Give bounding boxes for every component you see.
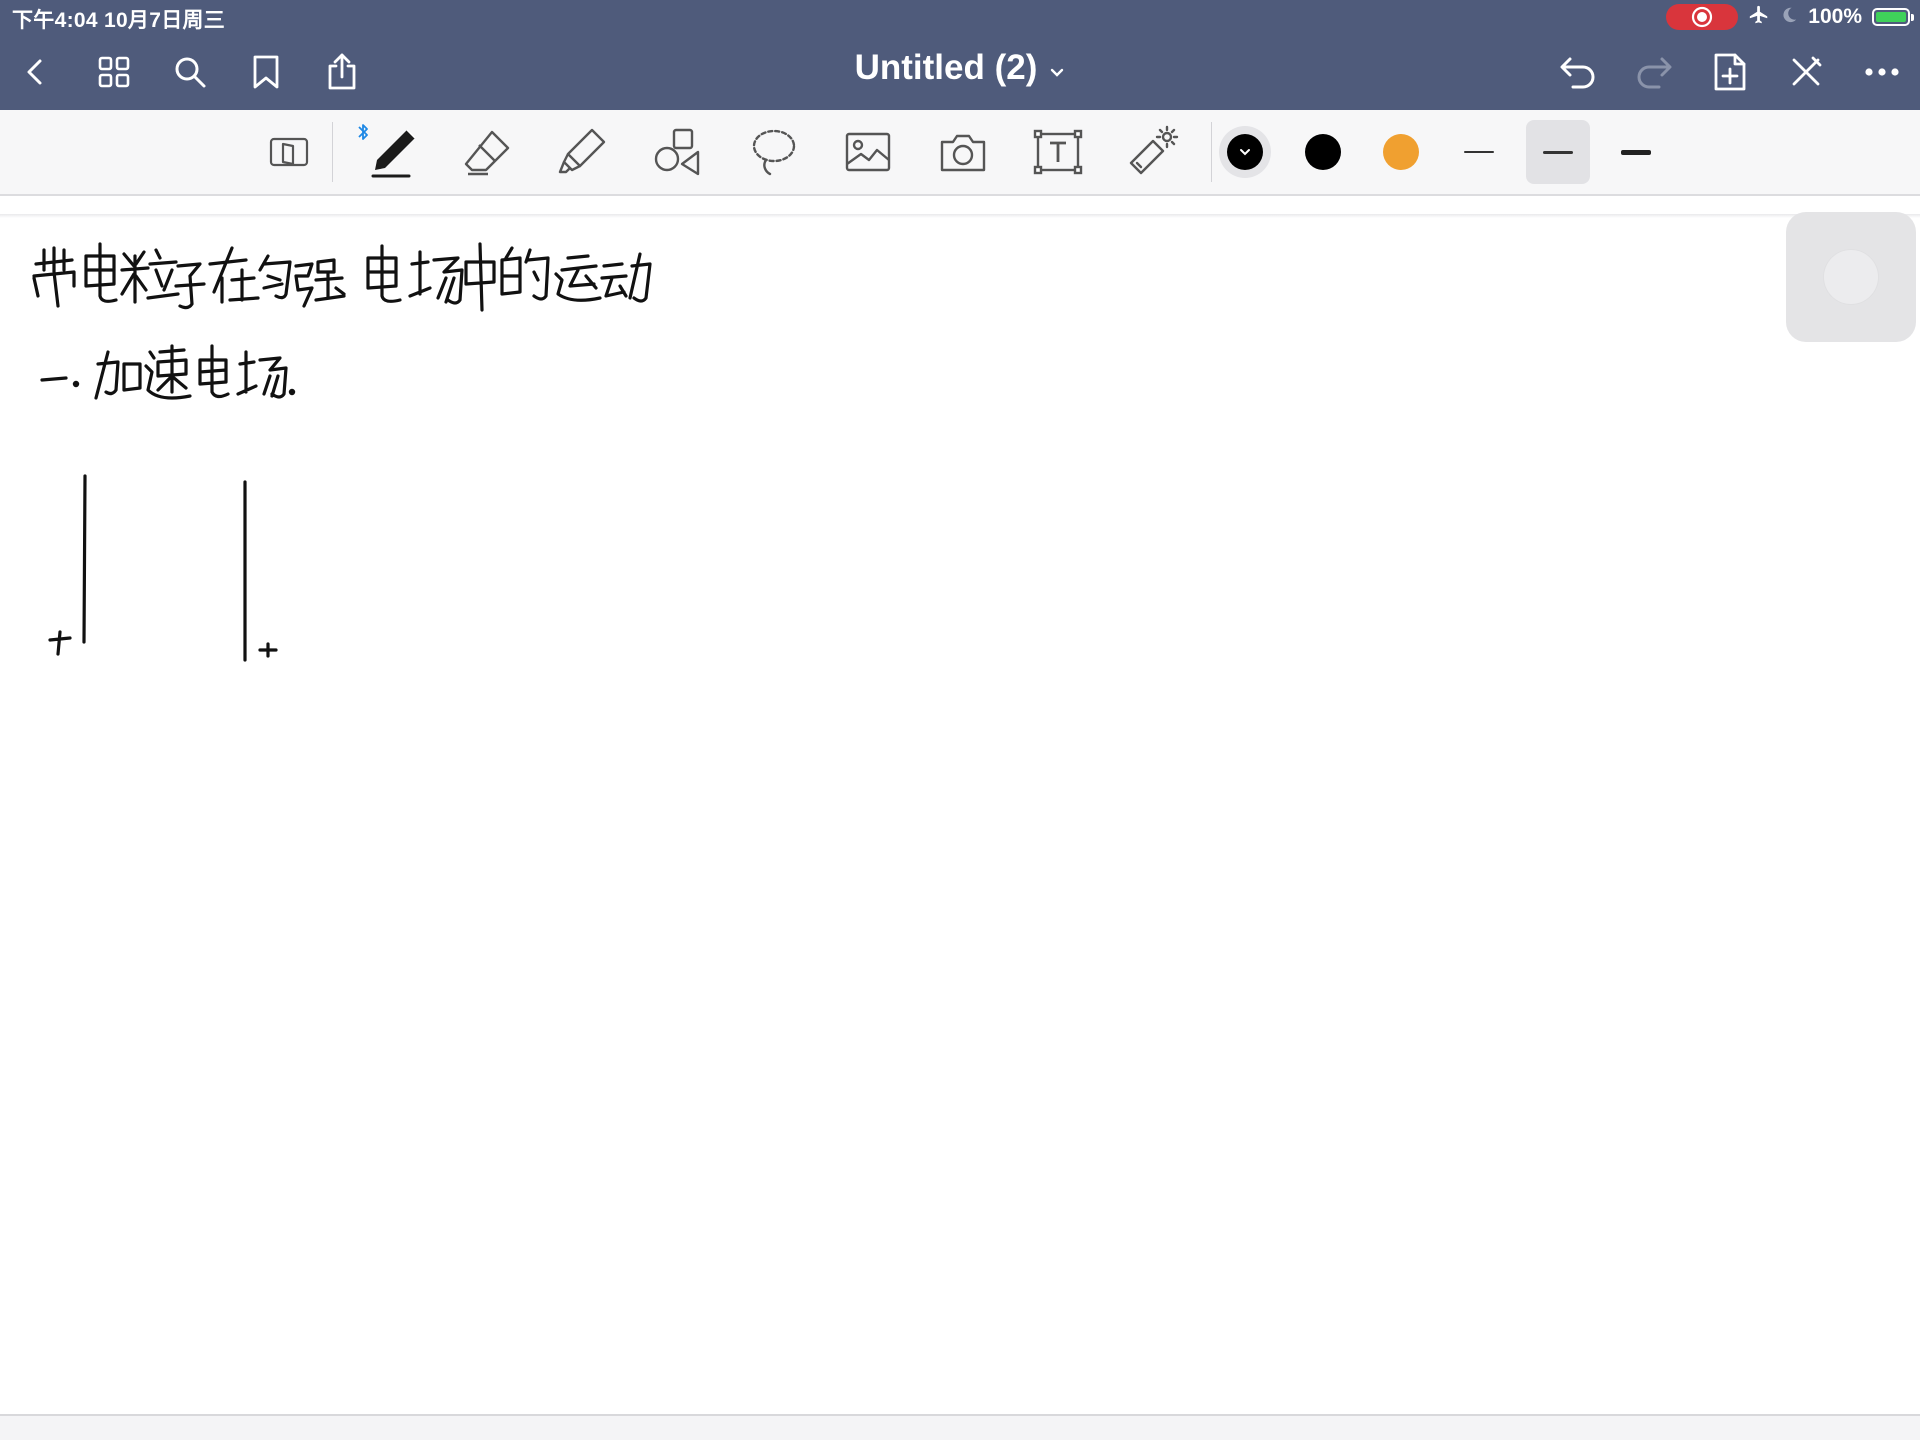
top-navigation-bar: 下午4:04 10月7日周三 100% Untitled (2) [0,0,1920,110]
airplane-icon [1748,4,1770,31]
laser-pointer-tool-icon[interactable] [1122,122,1182,182]
toolbar-divider [1211,122,1212,182]
color-swatch-selected[interactable] [1215,122,1275,182]
color-swatch-black[interactable] [1293,122,1353,182]
battery-icon [1872,8,1914,26]
read-only-mode-icon[interactable] [259,122,319,182]
screen-record-icon[interactable] [1666,4,1739,30]
page-gutter [0,1416,1920,1440]
eraser-tool-icon[interactable] [458,122,518,182]
stroke-width-medium[interactable] [1526,120,1590,184]
camera-tool-icon[interactable] [933,122,993,182]
image-tool-icon[interactable] [838,122,898,182]
undo-icon[interactable] [1552,46,1604,98]
grid-icon[interactable] [88,46,140,98]
back-icon[interactable] [10,46,62,98]
lasso-tool-icon[interactable] [744,122,804,182]
battery-percent: 100% [1808,5,1862,28]
pen-tool-icon[interactable] [362,122,424,182]
toolbar-divider [332,122,333,182]
bookmark-icon[interactable] [240,46,292,98]
more-icon[interactable] [1856,46,1908,98]
floating-assistive-button[interactable] [1786,212,1916,342]
text-tool-icon[interactable] [1028,122,1088,182]
note-canvas[interactable] [0,214,1920,1414]
color-swatch-orange[interactable] [1371,122,1431,182]
drawing-toolbar [0,110,1920,196]
stroke-width-thin[interactable] [1447,120,1511,184]
handwritten-title [32,242,652,312]
status-icons: 100% [1666,4,1914,31]
share-icon[interactable] [316,46,368,98]
add-page-icon[interactable] [1704,46,1756,98]
handwriting-layer [32,242,652,662]
shapes-tool-icon[interactable] [648,122,708,182]
capacitor-plates-sketch [48,474,278,662]
redo-icon[interactable] [1628,46,1680,98]
stroke-width-thick[interactable] [1604,120,1668,184]
document-title-text[interactable]: Untitled (2) [855,48,1038,87]
search-icon[interactable] [164,46,216,98]
chevron-down-icon [1240,149,1250,156]
moon-icon [1780,5,1798,30]
handwritten-subtitle [40,344,296,400]
highlighter-tool-icon[interactable] [552,122,612,182]
status-time: 下午4:04 10月7日周三 [12,9,226,32]
close-pencil-icon[interactable] [1780,46,1832,98]
chevron-down-icon[interactable] [1049,66,1065,84]
